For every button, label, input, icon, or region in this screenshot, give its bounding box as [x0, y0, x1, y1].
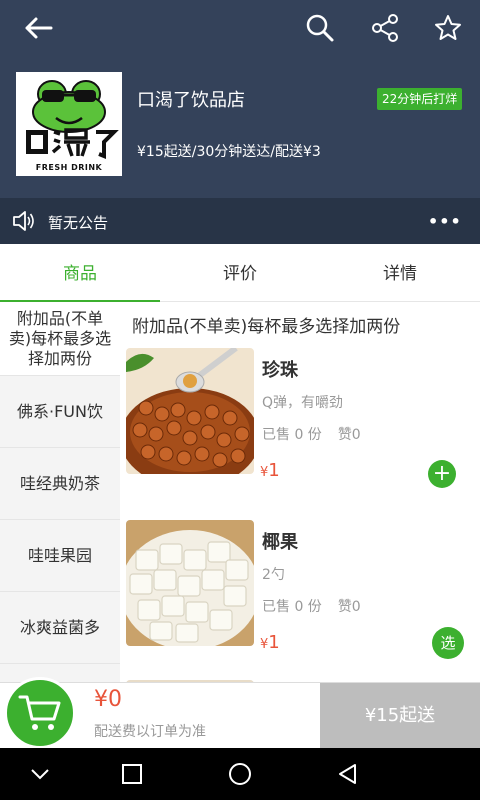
- product-name: 珍珠: [262, 360, 298, 381]
- product-list: 附加品(不单卖)每杯最多选择加两份 珍珠 Q弹，有嚼劲 已售 0 份赞0 ¥1 …: [120, 302, 480, 682]
- sidebar-item-fruit[interactable]: 哇哇果园: [0, 520, 120, 592]
- checkout-button[interactable]: ¥15起送: [320, 683, 480, 749]
- frog-logo-icon: [26, 80, 119, 159]
- price-value: 1: [268, 460, 280, 481]
- more-icon[interactable]: •••: [428, 212, 462, 231]
- tab-bar: 商品 评价 详情: [0, 244, 480, 302]
- like-count: 赞0: [337, 599, 361, 615]
- notice-text: 暂无公告: [48, 214, 109, 232]
- favorite-star-icon[interactable]: [428, 8, 468, 48]
- product-desc: 2勺: [262, 567, 285, 583]
- cart-button[interactable]: [4, 677, 76, 749]
- select-options-button[interactable]: 选: [432, 627, 464, 659]
- cart-total: ¥0: [94, 687, 122, 712]
- sidebar-item-yakult[interactable]: 冰爽益菌多: [0, 592, 120, 664]
- price-value: 1: [268, 632, 280, 653]
- delivery-info: ¥15起送/30分钟送达/配送¥3: [137, 144, 321, 160]
- share-icon[interactable]: [365, 8, 405, 48]
- sidebar-item-classic-milk-tea[interactable]: 哇经典奶茶: [0, 448, 120, 520]
- sidebar-item-addons[interactable]: 附加品(不单卖)每杯最多选择加两份: [0, 302, 120, 376]
- notice-bar[interactable]: 暂无公告 •••: [0, 198, 480, 244]
- tab-products[interactable]: 商品: [0, 244, 160, 302]
- cart-icon: [18, 695, 61, 730]
- tab-reviews[interactable]: 评价: [160, 244, 320, 302]
- product-image-pearls: [126, 348, 254, 474]
- product-stats: 已售 0 份赞0: [262, 596, 377, 616]
- home-icon[interactable]: [226, 760, 254, 788]
- back-triangle-icon[interactable]: [334, 760, 362, 788]
- add-to-cart-button[interactable]: +: [428, 460, 456, 488]
- logo-caption: FRESH DRINK: [35, 163, 103, 172]
- category-title: 附加品(不单卖)每杯最多选择加两份: [132, 317, 401, 337]
- closing-time-badge: 22分钟后打烊: [377, 88, 463, 110]
- product-price: ¥1: [260, 460, 280, 481]
- delivery-fee-note: 配送费以订单为准: [94, 724, 206, 740]
- store-header: FRESH DRINK 口渴了饮品店 22分钟后打烊 ¥15起送/30分钟送达/…: [0, 0, 480, 198]
- recent-apps-icon[interactable]: [118, 760, 146, 788]
- product-price: ¥1: [260, 632, 280, 653]
- system-nav-bar: [0, 748, 480, 800]
- like-count: 赞0: [337, 427, 361, 443]
- tab-details[interactable]: 详情: [320, 244, 480, 302]
- product-name: 椰果: [262, 532, 298, 553]
- store-name: 口渴了饮品店: [137, 90, 245, 111]
- back-arrow-icon[interactable]: [18, 8, 58, 48]
- product-item[interactable]: 椰果 2勺 已售 0 份赞0 ¥1: [120, 520, 480, 670]
- sold-count: 已售 0 份: [262, 599, 322, 615]
- category-sidebar: 附加品(不单卖)每杯最多选择加两份 佛系·FUN饮 哇经典奶茶 哇哇果园 冰爽益…: [0, 302, 120, 682]
- product-stats: 已售 0 份赞0: [262, 424, 377, 444]
- sidebar-item-fun-drinks[interactable]: 佛系·FUN饮: [0, 376, 120, 448]
- search-icon[interactable]: [300, 8, 340, 48]
- sold-count: 已售 0 份: [262, 427, 322, 443]
- cart-bar: ¥0 配送费以订单为准 ¥15起送: [0, 677, 480, 749]
- product-desc: Q弹，有嚼劲: [262, 395, 344, 411]
- product-image-coconut-jelly: [126, 520, 254, 646]
- speaker-icon: [12, 210, 36, 236]
- chevron-down-icon[interactable]: [26, 760, 54, 788]
- product-item[interactable]: 珍珠 Q弹，有嚼劲 已售 0 份赞0 ¥1 +: [120, 348, 480, 498]
- store-logo: FRESH DRINK: [16, 72, 122, 176]
